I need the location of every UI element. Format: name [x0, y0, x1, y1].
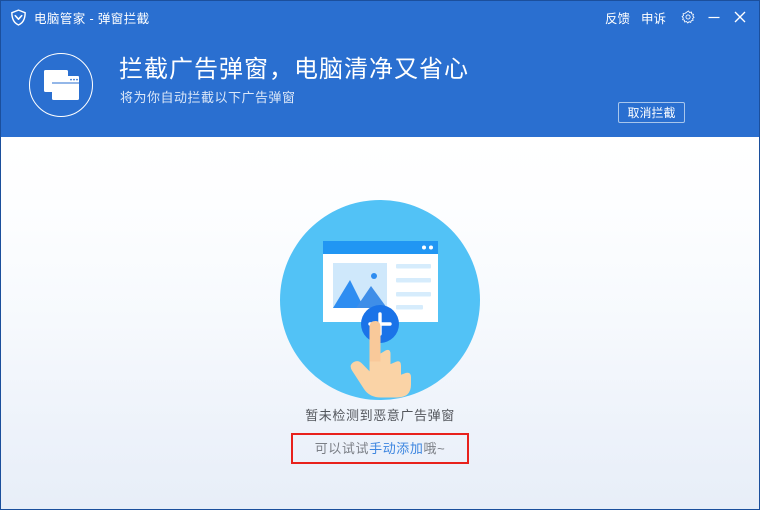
manual-add-link[interactable]: 手动添加: [369, 441, 423, 456]
status-text: 暂未检测到恶意广告弹窗: [305, 408, 455, 423]
banner-subtitle: 将为你自动拦截以下广告弹窗: [120, 90, 296, 105]
hint-highlight-wrapper: 可以试试手动添加哦~: [1, 433, 759, 464]
hint-suffix: 哦~: [423, 441, 446, 456]
shield-icon: [11, 8, 26, 26]
pc-manager-window: 电脑管家 - 弹窗拦截 反馈 申诉 拦截广告弹窗，电脑清净又省心 将为你自动拦截…: [0, 0, 760, 510]
main-content: 暂未检测到恶意广告弹窗 可以试试手动添加哦~: [1, 137, 759, 509]
minimize-icon[interactable]: [703, 6, 725, 28]
title-bar: 电脑管家 - 弹窗拦截 反馈 申诉: [1, 1, 759, 33]
hint-text: 可以试试手动添加哦~: [315, 441, 446, 456]
appeal-link[interactable]: 申诉: [641, 8, 666, 27]
hint-red-box: 可以试试手动添加哦~: [290, 433, 470, 464]
cancel-block-button[interactable]: 取消拦截: [618, 102, 685, 123]
feedback-link[interactable]: 反馈: [605, 8, 630, 27]
close-icon[interactable]: [729, 6, 751, 28]
gear-icon[interactable]: [677, 6, 699, 28]
stacked-windows-icon: [29, 53, 93, 117]
window-title: 电脑管家 - 弹窗拦截: [34, 11, 150, 26]
add-popup-illustration: [280, 200, 480, 400]
hint-prefix: 可以试试: [314, 441, 370, 456]
banner: 拦截广告弹窗，电脑清净又省心 将为你自动拦截以下广告弹窗 取消拦截: [1, 33, 759, 137]
banner-title: 拦截广告弹窗，电脑清净又省心: [119, 56, 469, 83]
